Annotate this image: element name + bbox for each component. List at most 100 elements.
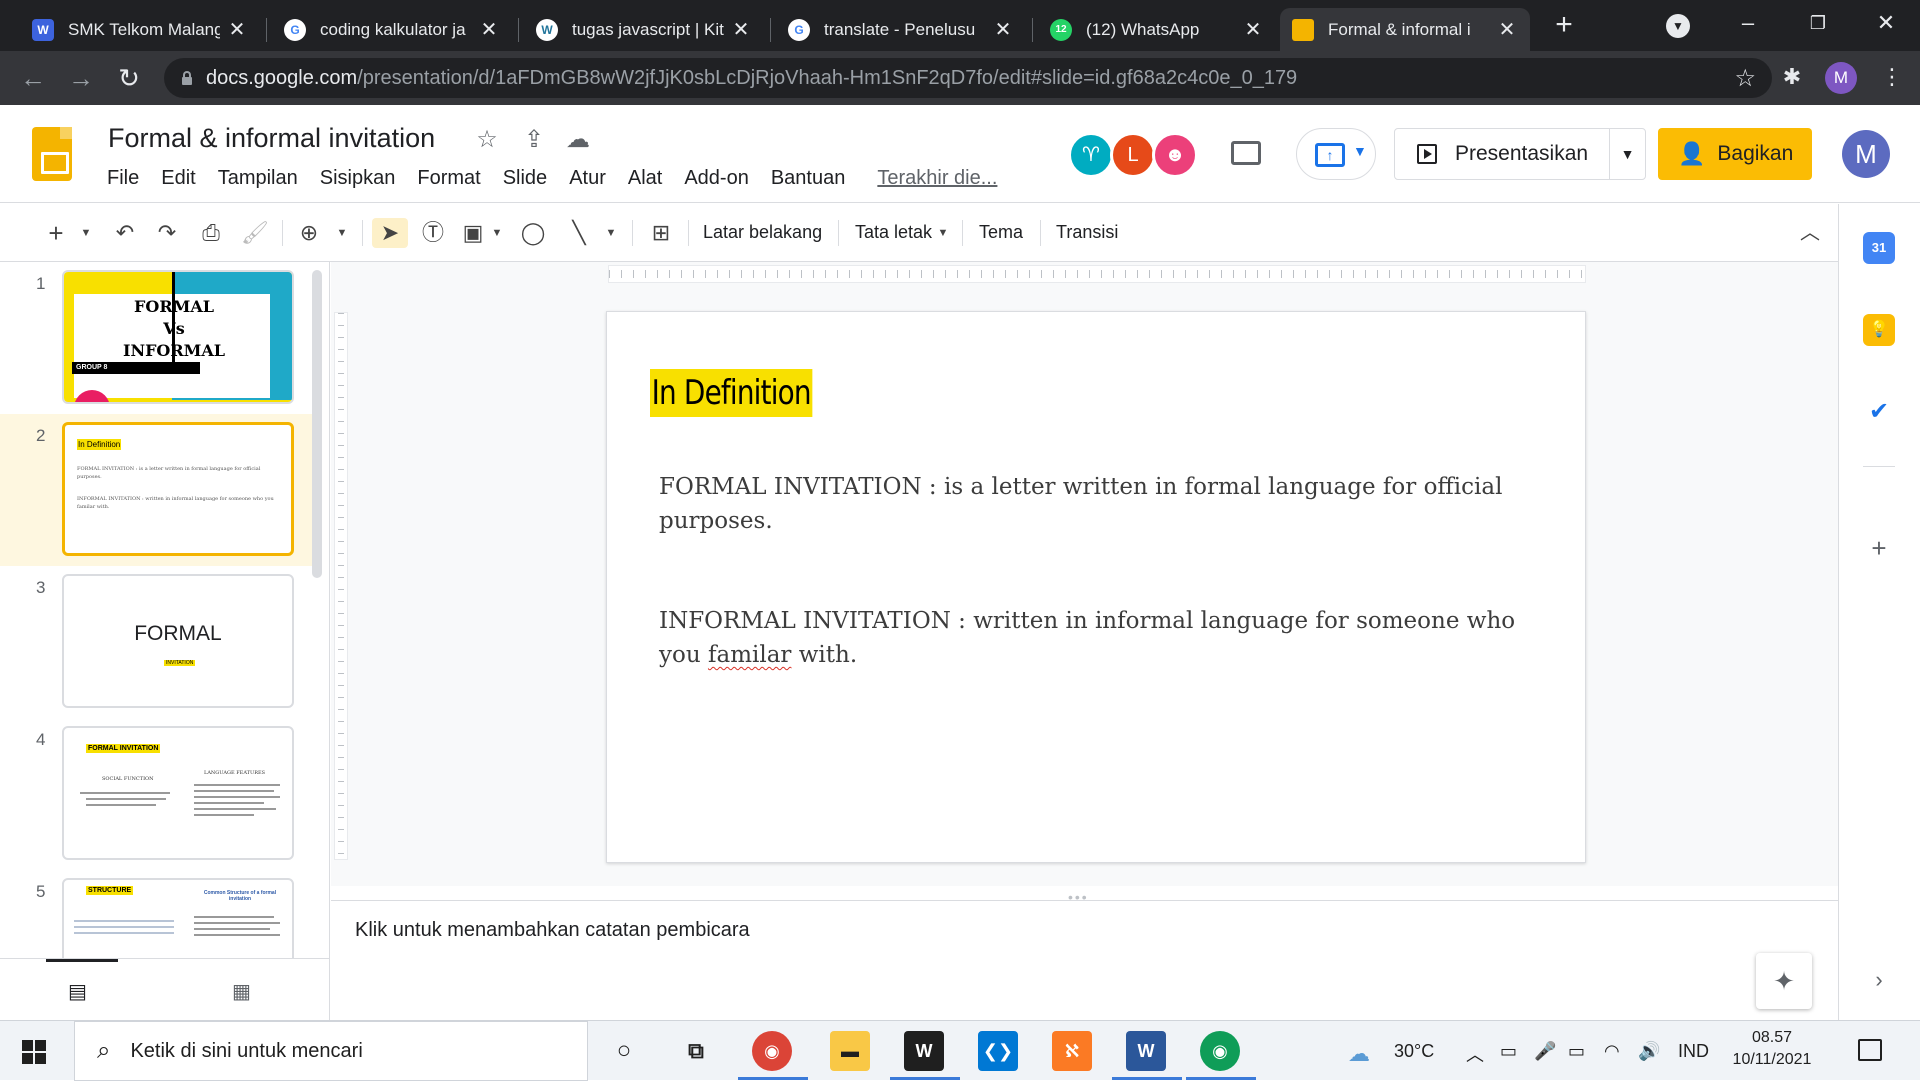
line-icon[interactable]: ╲ [564,218,594,248]
browser-tab[interactable]: W SMK Telkom Malang ✕ [20,8,260,51]
close-tab-icon[interactable]: ✕ [992,17,1014,42]
share-button[interactable]: 👤 Bagikan [1658,128,1812,180]
slide-thumbnail[interactable]: FORMAL Vs INFORMAL GROUP 8 [62,270,294,404]
image-icon[interactable]: ▣ [458,218,488,248]
add-comment-icon[interactable]: ⊞ [646,218,676,248]
paint-format-icon[interactable]: 🖌 [240,218,270,248]
slide-paragraph-informal[interactable]: INFORMAL INVITATION : written in informa… [659,604,1539,672]
zoom-dropdown-icon[interactable]: ▼ [334,218,350,248]
layout-dropdown-icon[interactable]: ▼ [936,218,950,248]
back-icon[interactable]: ← [16,61,50,95]
meet-now-icon[interactable]: ▭ [1500,1041,1517,1062]
task-view-icon[interactable]: ⧉ [676,1031,716,1071]
account-avatar[interactable]: M [1842,130,1890,178]
input-language[interactable]: IND [1678,1041,1709,1062]
menu-help[interactable]: Bantuan [771,167,846,190]
close-tab-icon[interactable]: ✕ [478,17,500,42]
filmstrip-scrollbar[interactable] [312,270,322,578]
reload-icon[interactable]: ↻ [112,61,146,95]
bookmark-star-icon[interactable]: ☆ [1734,64,1756,93]
browser-tab-active[interactable]: Formal & informal i ✕ [1280,8,1530,51]
taskbar-search[interactable]: ⌕ Ketik di sini untuk mencari [74,1021,588,1081]
zoom-icon[interactable]: ⊕ [294,218,324,248]
menu-file[interactable]: File [107,167,139,190]
keep-icon[interactable]: 💡 [1863,314,1895,346]
menu-slide[interactable]: Slide [503,167,547,190]
browser-profile-avatar[interactable]: M [1825,62,1857,94]
lock-icon[interactable] [180,71,194,85]
close-tab-icon[interactable]: ✕ [730,17,752,42]
address-bar[interactable]: docs.google.com /presentation/d/1aFDmGB8… [164,58,1772,98]
layout-button[interactable]: Tata letak [855,222,932,243]
text-box-icon[interactable]: Ⓣ [418,218,448,248]
document-title[interactable]: Formal & informal invitation [108,123,435,154]
menu-insert[interactable]: Sisipkan [320,167,396,190]
horizontal-ruler[interactable] [608,265,1586,283]
browser-menu-icon[interactable]: ⋮ [1878,64,1906,92]
new-tab-button[interactable]: + [1548,10,1580,42]
collaborator-avatar[interactable]: ♈ [1068,132,1114,178]
tasks-icon[interactable]: ✔ [1863,396,1895,428]
current-slide[interactable]: In Definition FORMAL INVITATION : is a l… [606,311,1586,863]
line-dropdown-icon[interactable]: ▼ [604,218,618,248]
slide-thumbnail[interactable]: FORMAL INVITATION SOCIAL FUNCTION LANGUA… [62,726,294,860]
collaborator-avatar[interactable]: ☻ [1152,132,1198,178]
browser-tab[interactable]: G coding kalkulator ja ✕ [272,8,512,51]
chrome-icon[interactable]: ◉ [1200,1031,1240,1071]
spelling-error-word[interactable]: familar [708,642,791,668]
tab-search-icon[interactable]: ▼ [1666,14,1690,38]
last-edit-link[interactable]: Terakhir die... [877,167,997,190]
collaborator-avatar[interactable]: L [1110,132,1156,178]
menu-addons[interactable]: Add-on [684,167,749,190]
network-icon[interactable]: ◠ [1604,1041,1620,1062]
vscode-icon[interactable]: ❮❯ [978,1031,1018,1071]
redo-icon[interactable]: ↷ [152,218,182,248]
present-button[interactable]: Presentasikan ▼ [1394,128,1646,180]
microphone-icon[interactable]: 🎤 [1534,1041,1556,1062]
close-tab-icon[interactable]: ✕ [1242,17,1264,42]
browser-tab[interactable]: G translate - Penelusu ✕ [776,8,1026,51]
taskbar-clock[interactable]: 08.57 10/11/2021 [1724,1027,1820,1071]
battery-icon[interactable]: ▭ [1568,1041,1585,1062]
restore-icon[interactable]: ❐ [1790,6,1846,40]
close-tab-icon[interactable]: ✕ [226,17,248,42]
image-dropdown-icon[interactable]: ▼ [490,218,504,248]
volume-icon[interactable]: 🔊 [1638,1041,1660,1062]
browser-tab[interactable]: 12 (12) WhatsApp ✕ [1038,8,1276,51]
slide-thumbnail[interactable]: FORMAL INVITATION [62,574,294,708]
menu-view[interactable]: Tampilan [218,167,298,190]
temperature[interactable]: 30°C [1394,1041,1434,1062]
forward-icon[interactable]: → [64,61,98,95]
expand-panel-icon[interactable]: › [1863,964,1895,996]
move-to-folder-icon[interactable]: ⇪ [520,125,548,153]
menu-edit[interactable]: Edit [161,167,195,190]
background-button[interactable]: Latar belakang [703,222,822,243]
menu-arrange[interactable]: Atur [569,167,606,190]
browser-tab[interactable]: W tugas javascript | Kit ✕ [524,8,764,51]
star-icon[interactable]: ☆ [473,125,501,153]
filmstrip-slide[interactable]: 1 FORMAL Vs INFORMAL GROUP 8 [0,262,318,414]
slide-thumbnail[interactable]: In Definition FORMAL INVITATION : is a l… [62,422,294,556]
cloud-saved-icon[interactable]: ☁ [564,125,592,153]
show-hidden-icons[interactable]: ︿ [1466,1041,1484,1067]
explore-button[interactable]: ✦ [1756,953,1812,1009]
close-tab-icon[interactable]: ✕ [1496,17,1518,42]
file-explorer-icon[interactable]: ▬ [830,1031,870,1071]
slides-logo-icon[interactable] [32,127,72,181]
undo-icon[interactable]: ↶ [110,218,140,248]
comment-history-icon[interactable] [1231,141,1261,165]
collapse-menus-icon[interactable]: ︿ [1796,218,1824,248]
slide-paragraph-formal[interactable]: FORMAL INVITATION : is a letter written … [659,470,1539,538]
add-addon-icon[interactable]: + [1863,532,1895,564]
present-options-button[interactable]: ↑ ▼ [1296,128,1376,180]
select-pointer-icon[interactable]: ➤ [372,218,408,248]
filmstrip-slide[interactable]: 4 FORMAL INVITATION SOCIAL FUNCTION LANG… [0,718,318,870]
slide-title[interactable]: In Definition [650,369,813,417]
print-icon[interactable]: ⎙ [196,218,226,248]
new-slide-dropdown-icon[interactable]: ▼ [78,218,94,248]
filmstrip-slide[interactable]: 3 FORMAL INVITATION [0,566,318,718]
new-slide-icon[interactable]: + [42,218,70,248]
windows-start-icon[interactable] [22,1040,46,1064]
menu-tools[interactable]: Alat [628,167,662,190]
notification-center-icon[interactable] [1858,1039,1882,1061]
